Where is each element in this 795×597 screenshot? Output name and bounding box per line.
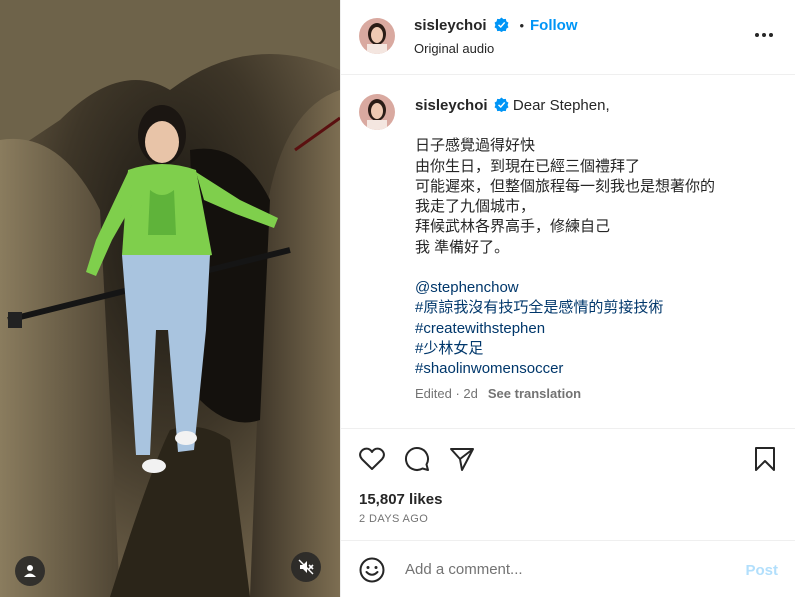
caption-line: 可能遲來，但整個旅程每一刻我也是想著你的 bbox=[415, 177, 716, 195]
verified-icon bbox=[494, 97, 509, 113]
comment-bar: Post bbox=[341, 540, 795, 597]
hashtag-link[interactable]: #少林女足 bbox=[415, 339, 775, 359]
caption-line: 由你生日，到現在已經三個禮拜了 bbox=[415, 157, 641, 175]
bookmark-icon[interactable] bbox=[754, 446, 776, 472]
mute-button[interactable] bbox=[291, 552, 321, 582]
caption: sisleychoi Dear Stephen, 日子感覺過得好快 由你生日，到… bbox=[415, 96, 775, 380]
post-panel: sisleychoi • Follow Original audio sisley… bbox=[340, 0, 795, 597]
caption-line: 日子感覺過得好快 bbox=[415, 137, 536, 155]
verified-icon bbox=[494, 17, 509, 32]
hashtag-link[interactable]: #shaolinwomensoccer bbox=[415, 359, 775, 379]
post-media[interactable] bbox=[0, 0, 340, 597]
edited-timestamp: Edited · 2d bbox=[415, 386, 478, 401]
audio-label[interactable]: Original audio bbox=[414, 41, 494, 56]
user-tag-button[interactable] bbox=[15, 556, 45, 586]
post-button[interactable]: Post bbox=[745, 562, 778, 579]
caption-line: 我走了九個城市， bbox=[415, 198, 536, 216]
comment-input[interactable] bbox=[403, 560, 727, 579]
username[interactable]: sisleychoi bbox=[414, 17, 487, 34]
video-frame bbox=[0, 0, 340, 597]
comment-icon[interactable] bbox=[404, 446, 430, 472]
emoji-icon[interactable] bbox=[359, 557, 385, 583]
hashtag-link[interactable]: #createwithstephen bbox=[415, 319, 775, 339]
caption-line: 拜候武林各界高手，修練自己 bbox=[415, 218, 611, 236]
hashtag-link[interactable]: #原諒我沒有技巧全是感情的剪接技術 bbox=[415, 298, 775, 318]
post-date: 2 DAYS AGO bbox=[359, 513, 429, 525]
avatar-image bbox=[359, 94, 395, 130]
follow-button[interactable]: Follow bbox=[530, 17, 578, 34]
mention-link[interactable]: @stephenchow bbox=[415, 278, 775, 298]
avatar-image bbox=[359, 18, 395, 54]
separator-dot: • bbox=[519, 18, 525, 33]
heart-icon[interactable] bbox=[359, 447, 385, 471]
avatar[interactable] bbox=[359, 18, 395, 54]
caption-username[interactable]: sisleychoi bbox=[415, 97, 488, 114]
post-header: sisleychoi • Follow Original audio bbox=[341, 0, 795, 75]
caption-avatar[interactable] bbox=[359, 94, 395, 130]
caption-meta: Edited · 2d See translation bbox=[415, 386, 581, 401]
share-icon[interactable] bbox=[449, 446, 475, 472]
see-translation-button[interactable]: See translation bbox=[488, 386, 581, 401]
caption-line: 我 準備好了。 bbox=[415, 238, 510, 256]
more-icon[interactable] bbox=[754, 32, 774, 38]
mute-icon bbox=[298, 559, 314, 575]
caption-greeting: Dear Stephen, bbox=[512, 97, 610, 114]
user-tag-icon bbox=[24, 565, 36, 577]
likes-count[interactable]: 15,807 likes bbox=[359, 491, 442, 508]
